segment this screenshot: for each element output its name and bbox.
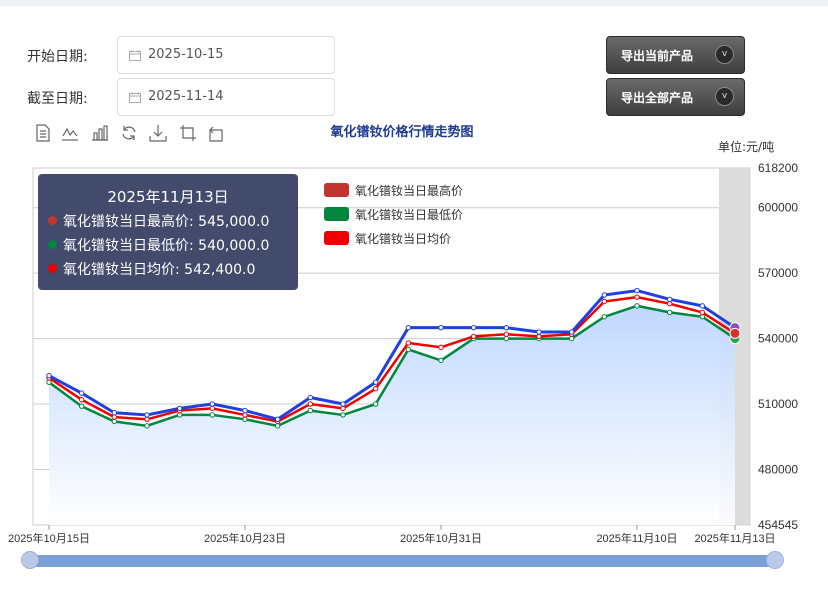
chart-plot: 454545 480000 510000 540000 570000 600000 6182… — [8, 161, 798, 545]
series-dot — [48, 240, 57, 249]
tooltip: 2025年11月13日 氧化镨钕当日最高价: 545,000.0 氧化镨钕当日最… — [38, 174, 298, 290]
series-dot — [48, 216, 57, 225]
x-tick-label: 2025年11月13日 — [694, 531, 775, 545]
legend-swatch — [324, 231, 349, 245]
series-point — [405, 324, 412, 331]
series-point — [144, 412, 150, 418]
series-point — [78, 396, 85, 403]
legend-label: 氧化镨钕当日最高价 — [355, 184, 464, 198]
series-point — [242, 407, 248, 414]
tooltip-row-avg: 氧化镨钕当日均价: 542,400.0 — [48, 259, 255, 279]
tooltip-row-text: 氧化镨钕当日均价: 542,400.0 — [63, 262, 256, 278]
series-point — [503, 324, 510, 331]
series-point — [568, 335, 575, 342]
series-point — [372, 379, 379, 385]
series-point — [699, 314, 706, 320]
series-point — [144, 416, 150, 422]
tooltip-row-text: 氧化镨钕当日最低价: 540,000.0 — [63, 238, 270, 254]
series-point — [601, 298, 608, 305]
series-point — [46, 379, 52, 385]
series-point — [209, 401, 216, 407]
series-point — [274, 423, 281, 429]
series-point — [634, 287, 640, 294]
series-point — [111, 418, 118, 425]
series-point — [111, 410, 118, 416]
series-point — [307, 407, 314, 414]
series-point — [666, 300, 673, 307]
series-point — [601, 292, 608, 298]
y-tick-label: 510000 — [758, 397, 798, 411]
tooltip-row-text: 氧化镨钕当日最高价: 545,000.0 — [63, 214, 270, 230]
y-tick-label: 618200 — [758, 161, 798, 175]
legend-swatch — [324, 183, 349, 197]
zoom-range-bar[interactable] — [30, 555, 775, 567]
series-point — [340, 401, 346, 407]
x-tick-label: 2025年10月31日 — [400, 531, 482, 545]
legend-item-avg[interactable]: 氧化镨钕当日均价 — [324, 230, 451, 246]
x-tick-label: 2025年10月23日 — [204, 531, 286, 545]
zoom-handle-end[interactable] — [766, 551, 784, 569]
y-tick-label: 600000 — [758, 201, 798, 215]
y-tick-label: 454545 — [758, 518, 798, 532]
series-point — [405, 340, 412, 346]
series-point — [340, 405, 346, 412]
tooltip-row-high: 氧化镨钕当日最高价: 545,000.0 — [48, 211, 269, 231]
series-point — [699, 309, 706, 316]
series-point — [307, 401, 314, 407]
legend-item-high[interactable]: 氧化镨钕当日最高价 — [324, 182, 463, 198]
series-point — [78, 403, 85, 409]
x-tick-label: 2025年10月15日 — [8, 531, 90, 545]
series-point — [46, 372, 52, 379]
series-point — [438, 344, 444, 351]
series-point — [242, 416, 248, 422]
series-point — [634, 303, 640, 309]
x-tick-label: 2025年11月10日 — [596, 531, 677, 545]
series-point — [503, 335, 510, 342]
series-point — [176, 412, 183, 418]
series-point — [209, 412, 216, 418]
series-point — [144, 423, 150, 429]
series-point — [470, 333, 477, 340]
highlight-point — [729, 327, 741, 339]
series-point — [111, 414, 118, 420]
series-point — [78, 390, 85, 396]
series-point — [372, 386, 379, 392]
legend-swatch — [324, 207, 349, 221]
series-point — [405, 346, 412, 353]
series-point — [438, 324, 444, 331]
series-point — [568, 329, 575, 335]
series-point — [666, 309, 673, 316]
legend-label: 氧化镨钕当日均价 — [355, 232, 452, 246]
tooltip-row-low: 氧化镨钕当日最低价: 540,000.0 — [48, 235, 269, 255]
series-point — [634, 294, 640, 300]
series-point — [209, 405, 216, 412]
series-point — [536, 333, 542, 340]
y-tick-label: 540000 — [758, 332, 798, 346]
series-point — [307, 394, 314, 401]
series-point — [372, 401, 379, 407]
series-point — [340, 412, 346, 418]
tooltip-title: 2025年11月13日 — [107, 188, 229, 206]
series-point — [274, 416, 281, 422]
series-point — [503, 331, 510, 337]
series-point — [536, 329, 542, 335]
legend-label: 氧化镨钕当日最低价 — [355, 208, 464, 222]
series-point — [666, 296, 673, 303]
legend-item-low[interactable]: 氧化镨钕当日最低价 — [324, 206, 463, 222]
series-point — [242, 412, 248, 418]
series-point — [438, 357, 444, 364]
series-point — [601, 314, 608, 320]
y-tick-label: 570000 — [758, 266, 798, 280]
y-tick-label: 480000 — [758, 462, 798, 476]
series-point — [699, 303, 706, 309]
series-point — [176, 405, 183, 412]
series-point — [470, 324, 477, 331]
zoom-handle-start[interactable] — [21, 551, 39, 569]
series-dot — [48, 264, 57, 273]
